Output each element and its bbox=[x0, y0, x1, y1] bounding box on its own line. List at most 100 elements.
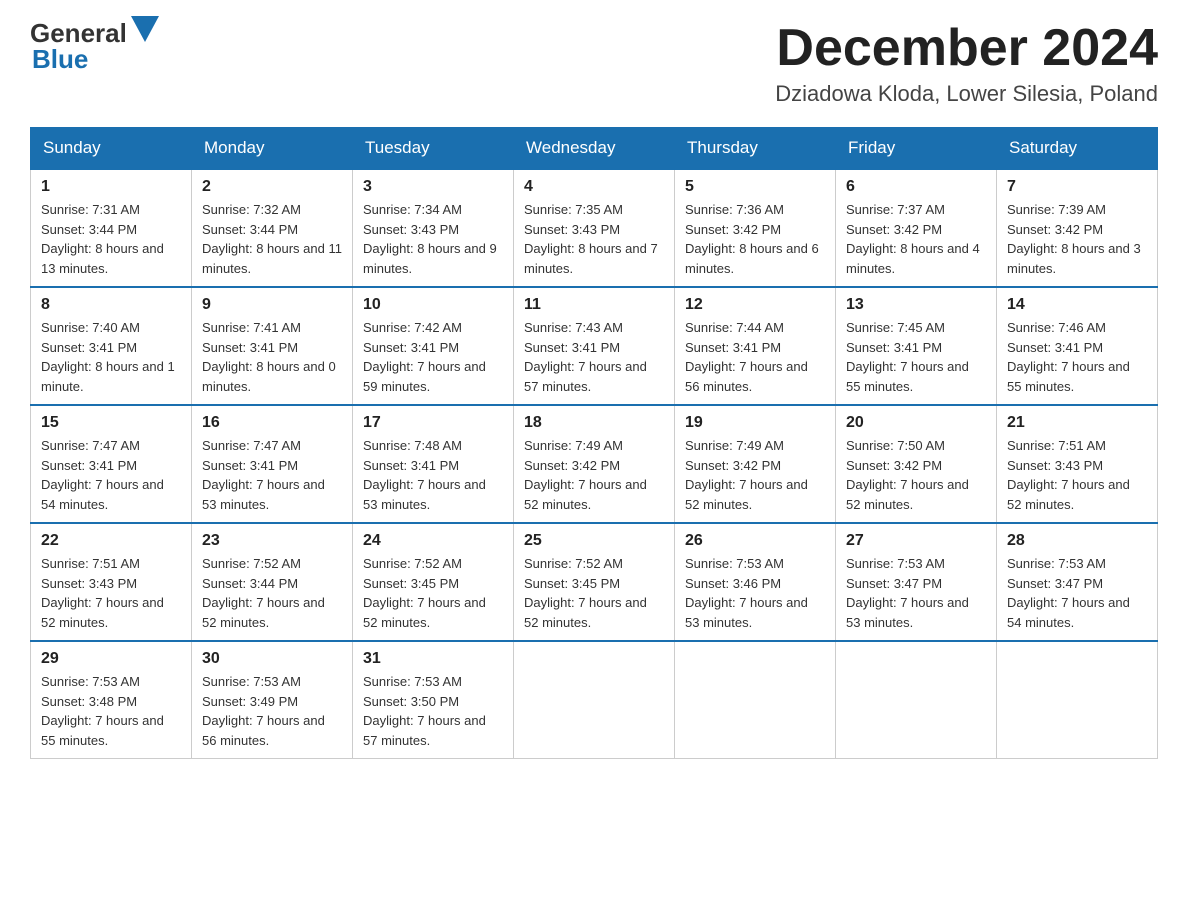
logo: General Blue bbox=[30, 20, 159, 72]
day-number: 15 bbox=[41, 414, 181, 432]
calendar-cell: 25 Sunrise: 7:52 AMSunset: 3:45 PMDaylig… bbox=[514, 523, 675, 641]
calendar-header-wednesday: Wednesday bbox=[514, 128, 675, 170]
calendar-cell: 9 Sunrise: 7:41 AMSunset: 3:41 PMDayligh… bbox=[192, 287, 353, 405]
day-info: Sunrise: 7:53 AMSunset: 3:47 PMDaylight:… bbox=[846, 554, 986, 632]
calendar-week-row: 8 Sunrise: 7:40 AMSunset: 3:41 PMDayligh… bbox=[31, 287, 1158, 405]
day-info: Sunrise: 7:53 AMSunset: 3:50 PMDaylight:… bbox=[363, 672, 503, 750]
calendar-cell: 29 Sunrise: 7:53 AMSunset: 3:48 PMDaylig… bbox=[31, 641, 192, 759]
day-info: Sunrise: 7:51 AMSunset: 3:43 PMDaylight:… bbox=[1007, 436, 1147, 514]
day-number: 21 bbox=[1007, 414, 1147, 432]
day-info: Sunrise: 7:36 AMSunset: 3:42 PMDaylight:… bbox=[685, 200, 825, 278]
calendar-cell: 11 Sunrise: 7:43 AMSunset: 3:41 PMDaylig… bbox=[514, 287, 675, 405]
logo-general: General bbox=[30, 20, 127, 46]
calendar-cell: 18 Sunrise: 7:49 AMSunset: 3:42 PMDaylig… bbox=[514, 405, 675, 523]
calendar-cell: 17 Sunrise: 7:48 AMSunset: 3:41 PMDaylig… bbox=[353, 405, 514, 523]
day-number: 23 bbox=[202, 532, 342, 550]
day-info: Sunrise: 7:47 AMSunset: 3:41 PMDaylight:… bbox=[41, 436, 181, 514]
day-info: Sunrise: 7:49 AMSunset: 3:42 PMDaylight:… bbox=[685, 436, 825, 514]
calendar-cell: 26 Sunrise: 7:53 AMSunset: 3:46 PMDaylig… bbox=[675, 523, 836, 641]
calendar-header-saturday: Saturday bbox=[997, 128, 1158, 170]
day-info: Sunrise: 7:43 AMSunset: 3:41 PMDaylight:… bbox=[524, 318, 664, 396]
day-info: Sunrise: 7:52 AMSunset: 3:45 PMDaylight:… bbox=[363, 554, 503, 632]
calendar-cell bbox=[836, 641, 997, 759]
calendar-cell bbox=[675, 641, 836, 759]
day-info: Sunrise: 7:32 AMSunset: 3:44 PMDaylight:… bbox=[202, 200, 342, 278]
day-info: Sunrise: 7:53 AMSunset: 3:48 PMDaylight:… bbox=[41, 672, 181, 750]
day-info: Sunrise: 7:35 AMSunset: 3:43 PMDaylight:… bbox=[524, 200, 664, 278]
calendar-header-tuesday: Tuesday bbox=[353, 128, 514, 170]
calendar-cell: 19 Sunrise: 7:49 AMSunset: 3:42 PMDaylig… bbox=[675, 405, 836, 523]
day-number: 3 bbox=[363, 178, 503, 196]
location-text: Dziadowa Kloda, Lower Silesia, Poland bbox=[775, 81, 1158, 107]
day-number: 29 bbox=[41, 650, 181, 668]
calendar-cell: 27 Sunrise: 7:53 AMSunset: 3:47 PMDaylig… bbox=[836, 523, 997, 641]
day-info: Sunrise: 7:50 AMSunset: 3:42 PMDaylight:… bbox=[846, 436, 986, 514]
day-number: 17 bbox=[363, 414, 503, 432]
day-number: 6 bbox=[846, 178, 986, 196]
calendar-cell: 12 Sunrise: 7:44 AMSunset: 3:41 PMDaylig… bbox=[675, 287, 836, 405]
day-number: 4 bbox=[524, 178, 664, 196]
month-year-title: December 2024 bbox=[775, 20, 1158, 77]
day-info: Sunrise: 7:31 AMSunset: 3:44 PMDaylight:… bbox=[41, 200, 181, 278]
calendar-header-friday: Friday bbox=[836, 128, 997, 170]
page-header: General Blue December 2024 Dziadowa Klod… bbox=[30, 20, 1158, 107]
calendar-cell: 7 Sunrise: 7:39 AMSunset: 3:42 PMDayligh… bbox=[997, 169, 1158, 287]
calendar-cell: 31 Sunrise: 7:53 AMSunset: 3:50 PMDaylig… bbox=[353, 641, 514, 759]
day-number: 24 bbox=[363, 532, 503, 550]
day-info: Sunrise: 7:53 AMSunset: 3:46 PMDaylight:… bbox=[685, 554, 825, 632]
day-info: Sunrise: 7:51 AMSunset: 3:43 PMDaylight:… bbox=[41, 554, 181, 632]
day-number: 27 bbox=[846, 532, 986, 550]
calendar-cell: 5 Sunrise: 7:36 AMSunset: 3:42 PMDayligh… bbox=[675, 169, 836, 287]
day-info: Sunrise: 7:37 AMSunset: 3:42 PMDaylight:… bbox=[846, 200, 986, 278]
day-number: 8 bbox=[41, 296, 181, 314]
calendar-cell bbox=[514, 641, 675, 759]
day-number: 9 bbox=[202, 296, 342, 314]
day-number: 30 bbox=[202, 650, 342, 668]
calendar-cell: 16 Sunrise: 7:47 AMSunset: 3:41 PMDaylig… bbox=[192, 405, 353, 523]
logo-triangle-icon bbox=[131, 16, 159, 42]
calendar-cell: 15 Sunrise: 7:47 AMSunset: 3:41 PMDaylig… bbox=[31, 405, 192, 523]
calendar-cell: 13 Sunrise: 7:45 AMSunset: 3:41 PMDaylig… bbox=[836, 287, 997, 405]
logo-blue: Blue bbox=[32, 46, 159, 72]
day-number: 22 bbox=[41, 532, 181, 550]
calendar-table: SundayMondayTuesdayWednesdayThursdayFrid… bbox=[30, 127, 1158, 759]
day-number: 19 bbox=[685, 414, 825, 432]
calendar-cell: 4 Sunrise: 7:35 AMSunset: 3:43 PMDayligh… bbox=[514, 169, 675, 287]
calendar-cell bbox=[997, 641, 1158, 759]
calendar-cell: 3 Sunrise: 7:34 AMSunset: 3:43 PMDayligh… bbox=[353, 169, 514, 287]
day-number: 11 bbox=[524, 296, 664, 314]
calendar-cell: 28 Sunrise: 7:53 AMSunset: 3:47 PMDaylig… bbox=[997, 523, 1158, 641]
day-info: Sunrise: 7:46 AMSunset: 3:41 PMDaylight:… bbox=[1007, 318, 1147, 396]
day-number: 28 bbox=[1007, 532, 1147, 550]
day-info: Sunrise: 7:49 AMSunset: 3:42 PMDaylight:… bbox=[524, 436, 664, 514]
day-info: Sunrise: 7:40 AMSunset: 3:41 PMDaylight:… bbox=[41, 318, 181, 396]
day-number: 25 bbox=[524, 532, 664, 550]
day-number: 13 bbox=[846, 296, 986, 314]
day-info: Sunrise: 7:52 AMSunset: 3:44 PMDaylight:… bbox=[202, 554, 342, 632]
calendar-cell: 14 Sunrise: 7:46 AMSunset: 3:41 PMDaylig… bbox=[997, 287, 1158, 405]
day-info: Sunrise: 7:45 AMSunset: 3:41 PMDaylight:… bbox=[846, 318, 986, 396]
calendar-header-thursday: Thursday bbox=[675, 128, 836, 170]
day-number: 18 bbox=[524, 414, 664, 432]
day-number: 14 bbox=[1007, 296, 1147, 314]
calendar-cell: 30 Sunrise: 7:53 AMSunset: 3:49 PMDaylig… bbox=[192, 641, 353, 759]
calendar-cell: 6 Sunrise: 7:37 AMSunset: 3:42 PMDayligh… bbox=[836, 169, 997, 287]
day-number: 5 bbox=[685, 178, 825, 196]
day-info: Sunrise: 7:47 AMSunset: 3:41 PMDaylight:… bbox=[202, 436, 342, 514]
calendar-cell: 24 Sunrise: 7:52 AMSunset: 3:45 PMDaylig… bbox=[353, 523, 514, 641]
calendar-week-row: 29 Sunrise: 7:53 AMSunset: 3:48 PMDaylig… bbox=[31, 641, 1158, 759]
day-info: Sunrise: 7:39 AMSunset: 3:42 PMDaylight:… bbox=[1007, 200, 1147, 278]
day-info: Sunrise: 7:52 AMSunset: 3:45 PMDaylight:… bbox=[524, 554, 664, 632]
title-section: December 2024 Dziadowa Kloda, Lower Sile… bbox=[775, 20, 1158, 107]
calendar-cell: 2 Sunrise: 7:32 AMSunset: 3:44 PMDayligh… bbox=[192, 169, 353, 287]
calendar-header-monday: Monday bbox=[192, 128, 353, 170]
calendar-week-row: 1 Sunrise: 7:31 AMSunset: 3:44 PMDayligh… bbox=[31, 169, 1158, 287]
day-info: Sunrise: 7:41 AMSunset: 3:41 PMDaylight:… bbox=[202, 318, 342, 396]
day-number: 2 bbox=[202, 178, 342, 196]
calendar-week-row: 22 Sunrise: 7:51 AMSunset: 3:43 PMDaylig… bbox=[31, 523, 1158, 641]
day-number: 26 bbox=[685, 532, 825, 550]
day-number: 20 bbox=[846, 414, 986, 432]
day-number: 12 bbox=[685, 296, 825, 314]
day-info: Sunrise: 7:42 AMSunset: 3:41 PMDaylight:… bbox=[363, 318, 503, 396]
day-number: 31 bbox=[363, 650, 503, 668]
